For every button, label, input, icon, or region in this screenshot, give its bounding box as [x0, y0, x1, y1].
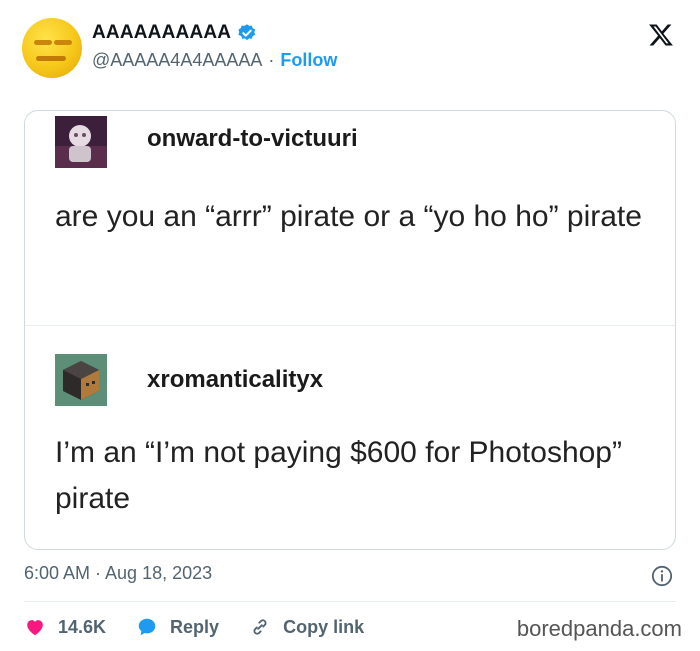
author-avatar[interactable] — [22, 18, 82, 78]
copy-link-label: Copy link — [283, 616, 365, 637]
author-handle[interactable]: @AAAAA4A4AAAAA — [92, 50, 262, 71]
user-avatar-onward — [55, 116, 107, 168]
author-display-name[interactable]: AAAAAAAAAA — [92, 22, 231, 44]
copy-link-button[interactable]: Copy link — [249, 616, 364, 638]
embedded-image-card[interactable]: onward-to-victuuri are you an “arrr” pir… — [24, 110, 676, 550]
info-icon[interactable] — [651, 565, 673, 587]
like-count: 14.6K — [58, 616, 107, 637]
embedded-post-2: xromanticalityx I’m an “I’m not paying $… — [25, 325, 675, 549]
like-button[interactable]: 14.6K — [24, 616, 106, 638]
follow-button[interactable]: Follow — [280, 50, 337, 71]
link-icon — [253, 619, 267, 635]
actions-divider — [24, 601, 676, 602]
embedded-username-2: xromanticalityx — [147, 366, 324, 393]
embedded-post-1: onward-to-victuuri are you an “arrr” pir… — [25, 111, 675, 325]
verified-badge-icon — [238, 24, 256, 41]
x-logo-icon[interactable] — [648, 22, 674, 48]
name-row: AAAAAAAAAA — [92, 22, 257, 44]
tweet-timestamp[interactable]: 6:00 AM · Aug 18, 2023 — [24, 563, 212, 584]
handle-separator: · — [268, 50, 275, 70]
reply-bubble-icon — [138, 618, 156, 636]
handle-row: @AAAAA4A4AAAAA · Follow — [92, 50, 337, 71]
user-avatar-xromanticalityx — [55, 354, 107, 406]
embedded-text-2: I’m an “I’m not paying $600 for Photosho… — [55, 436, 622, 515]
tweet-header: AAAAAAAAAA @AAAAA4A4AAAAA · Follow — [22, 16, 682, 82]
embedded-text-1: are you an “arrr” pirate or a “yo ho ho”… — [55, 200, 642, 233]
action-bar: 14.6K Reply Copy link — [24, 612, 394, 642]
embedded-username-1: onward-to-victuuri — [147, 125, 358, 152]
reply-label: Reply — [170, 616, 220, 637]
watermark: boredpanda.com — [516, 616, 682, 641]
reply-button[interactable]: Reply — [136, 616, 219, 638]
heart-icon — [27, 620, 43, 636]
